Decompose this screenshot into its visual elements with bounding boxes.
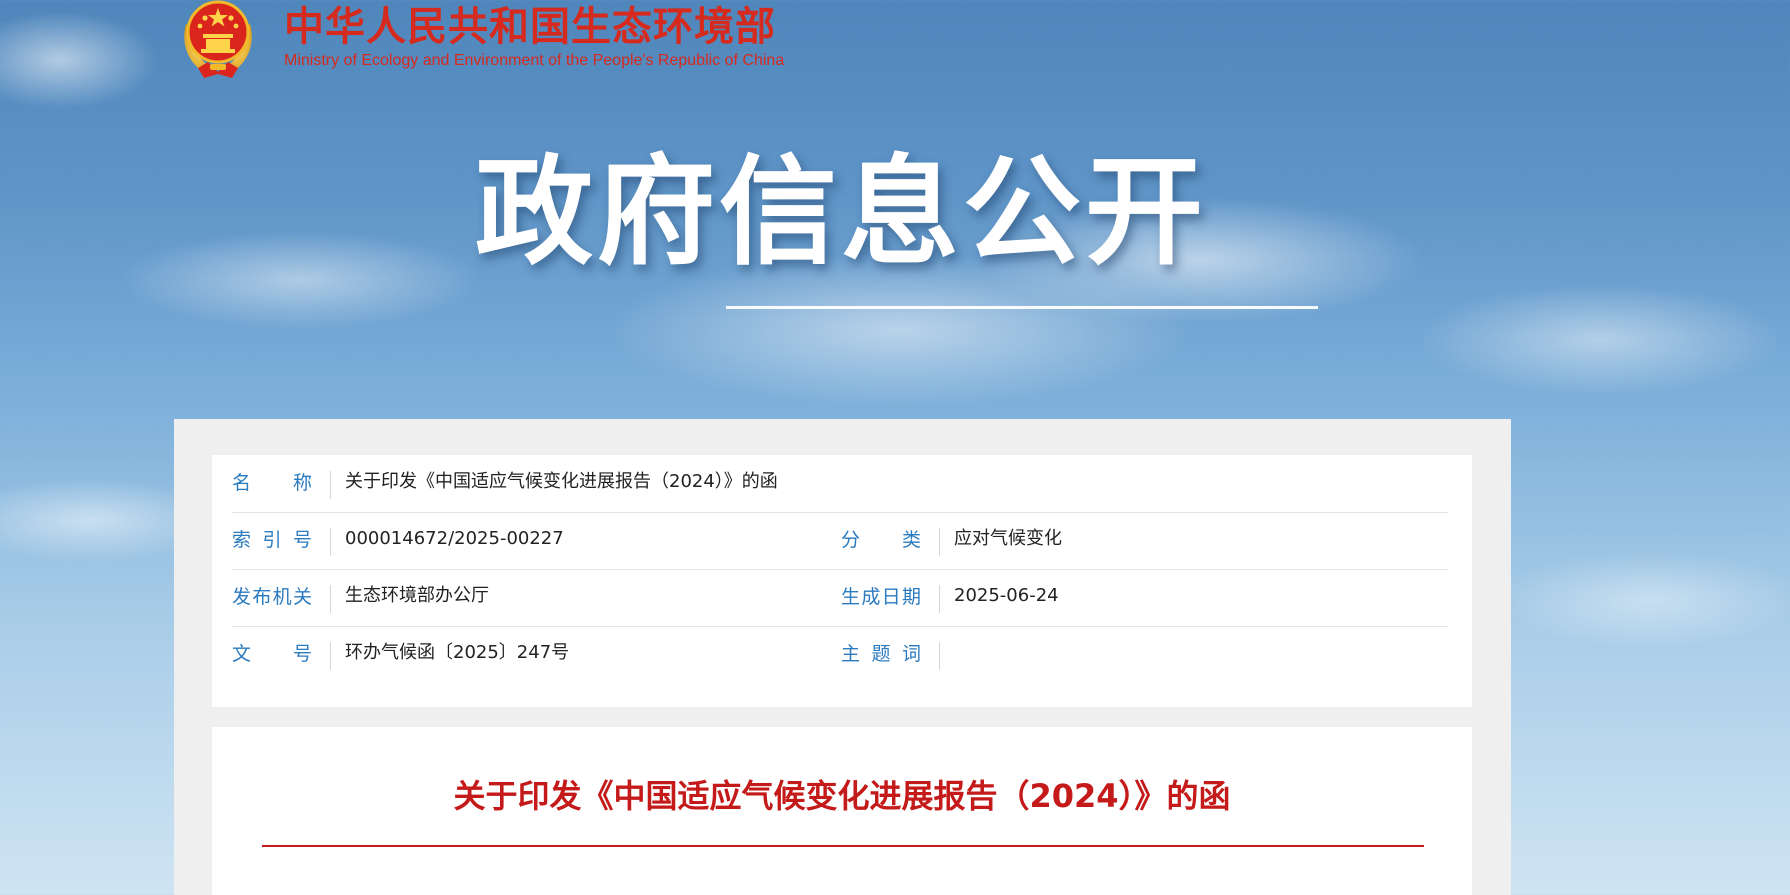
hero-underline [726, 306, 1318, 309]
title-divider [262, 845, 1424, 847]
meta-separator [939, 585, 940, 613]
national-emblem-icon[interactable] [172, 0, 264, 86]
document-body-card: 关于印发《中国适应气候变化进展报告（2024）》的函 [212, 727, 1472, 895]
meta-row-docno: 文 号 环办气候函〔2025〕247号 主 题 词 [232, 626, 1448, 683]
meta-label-date: 生成日期 [841, 586, 921, 608]
meta-label-keywords: 主 题 词 [841, 643, 921, 665]
meta-value-issuer: 生态环境部办公厅 [345, 585, 489, 606]
meta-value-index: 000014672/2025-00227 [345, 528, 564, 549]
document-title: 关于印发《中国适应气候变化进展报告（2024）》的函 [453, 777, 1231, 815]
content-panel: 名 称 关于印发《中国适应气候变化进展报告（2024）》的函 索 引 号 000… [174, 419, 1511, 895]
meta-separator [330, 528, 331, 556]
meta-row-issuer: 发布机关 生态环境部办公厅 生成日期 2025-06-24 [232, 569, 1448, 627]
meta-separator [330, 471, 331, 499]
meta-separator [330, 642, 331, 670]
meta-value-docno: 环办气候函〔2025〕247号 [345, 642, 570, 663]
site-name-cn[interactable]: 中华人民共和国生态环境部 [284, 4, 776, 50]
meta-value-category: 应对气候变化 [954, 528, 1062, 549]
meta-separator [330, 585, 331, 613]
meta-separator [939, 528, 940, 556]
meta-label-name: 名 称 [232, 472, 312, 494]
site-name-en[interactable]: Ministry of Ecology and Environment of t… [284, 52, 784, 70]
document-metadata-card: 名 称 关于印发《中国适应气候变化进展报告（2024）》的函 索 引 号 000… [212, 455, 1472, 707]
meta-row-name: 名 称 关于印发《中国适应气候变化进展报告（2024）》的函 [232, 455, 1448, 513]
meta-label-category: 分 类 [841, 529, 921, 551]
hero-title: 政府信息公开 [475, 143, 1208, 281]
meta-separator [939, 642, 940, 670]
meta-row-index: 索 引 号 000014672/2025-00227 分 类 应对气候变化 [232, 512, 1448, 570]
meta-label-docno: 文 号 [232, 643, 312, 665]
meta-label-issuer: 发布机关 [232, 586, 312, 608]
meta-label-index: 索 引 号 [232, 529, 312, 551]
meta-value-date: 2025-06-24 [954, 585, 1059, 606]
meta-value-name: 关于印发《中国适应气候变化进展报告（2024）》的函 [345, 471, 778, 492]
